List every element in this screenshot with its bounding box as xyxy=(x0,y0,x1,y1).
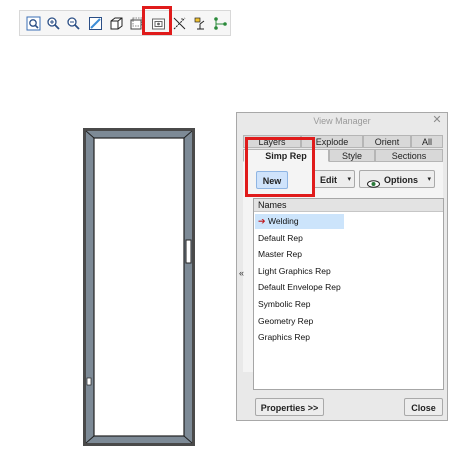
layer-display-button[interactable] xyxy=(128,15,145,32)
dialog-title: View Manager xyxy=(313,116,371,126)
svg-text:*: * xyxy=(181,18,183,24)
spin-center-icon xyxy=(193,16,208,31)
list-item[interactable]: Default Envelope Rep xyxy=(255,280,341,295)
options-button-label: Options xyxy=(384,175,418,185)
zoom-in-icon xyxy=(46,16,61,31)
zoom-out-icon xyxy=(66,16,81,31)
eye-icon xyxy=(367,176,380,194)
close-icon[interactable]: ✕ xyxy=(431,114,443,127)
list-item[interactable]: Light Graphics Rep xyxy=(255,264,331,279)
active-arrow-icon: ➔ xyxy=(258,216,266,226)
collapse-panel-button[interactable]: « xyxy=(239,268,249,278)
list-item[interactable]: Symbolic Rep xyxy=(255,297,310,312)
list-item[interactable]: Master Rep xyxy=(255,247,302,262)
chevron-down-icon: ▾ xyxy=(347,176,351,183)
repaint-icon xyxy=(88,16,103,31)
door-frame-graphic xyxy=(83,128,195,446)
annotation-display-icon xyxy=(213,16,228,31)
simp-rep-list[interactable]: Names ➔ Welding Default Rep Master Rep Li… xyxy=(253,198,444,390)
model-door-frame[interactable] xyxy=(82,127,196,447)
list-item[interactable]: ➔ Welding xyxy=(255,214,344,229)
tab-explode[interactable]: Explode xyxy=(301,135,363,148)
properties-button-label: Properties >> xyxy=(260,403,319,413)
list-header-names[interactable]: Names xyxy=(254,199,443,212)
datum-display-button[interactable]: * xyxy=(171,15,188,32)
zoom-out-button[interactable] xyxy=(65,15,82,32)
tab-layers[interactable]: Layers xyxy=(243,135,301,148)
annotation-display-button[interactable] xyxy=(212,15,229,32)
tab-sections[interactable]: Sections xyxy=(375,149,443,162)
saved-orientations-button[interactable] xyxy=(108,15,125,32)
view-manager-icon xyxy=(151,16,166,31)
tab-all[interactable]: All xyxy=(411,135,443,148)
zoom-in-button[interactable] xyxy=(45,15,62,32)
refit-button[interactable] xyxy=(25,15,42,32)
spin-center-button[interactable] xyxy=(192,15,209,32)
datum-display-icon: * xyxy=(172,16,187,31)
repaint-button[interactable] xyxy=(87,15,104,32)
tab-style[interactable]: Style xyxy=(329,149,375,162)
close-button[interactable]: Close xyxy=(404,398,443,416)
properties-button[interactable]: Properties >> xyxy=(255,398,324,416)
list-item[interactable]: Graphics Rep xyxy=(255,330,310,345)
new-button-label: New xyxy=(262,176,282,186)
list-item-label: Welding xyxy=(268,216,299,226)
edit-button-label: Edit xyxy=(320,175,337,185)
tab-orient[interactable]: Orient xyxy=(363,135,411,148)
graphics-toolbar: * xyxy=(19,10,231,36)
options-button[interactable]: Options ▾ xyxy=(359,170,435,188)
tab-simp-rep[interactable]: Simp Rep xyxy=(243,149,329,162)
view-manager-button[interactable] xyxy=(150,15,167,32)
layer-display-icon xyxy=(129,16,144,31)
list-item[interactable]: Default Rep xyxy=(255,231,303,246)
list-item[interactable]: Geometry Rep xyxy=(255,314,313,329)
close-button-label: Close xyxy=(411,403,436,413)
new-button[interactable]: New xyxy=(256,171,288,189)
refit-icon xyxy=(26,16,41,31)
edit-button[interactable]: Edit ▾ xyxy=(313,170,355,188)
saved-orientations-icon xyxy=(109,16,124,31)
chevron-down-icon: ▾ xyxy=(427,176,431,183)
